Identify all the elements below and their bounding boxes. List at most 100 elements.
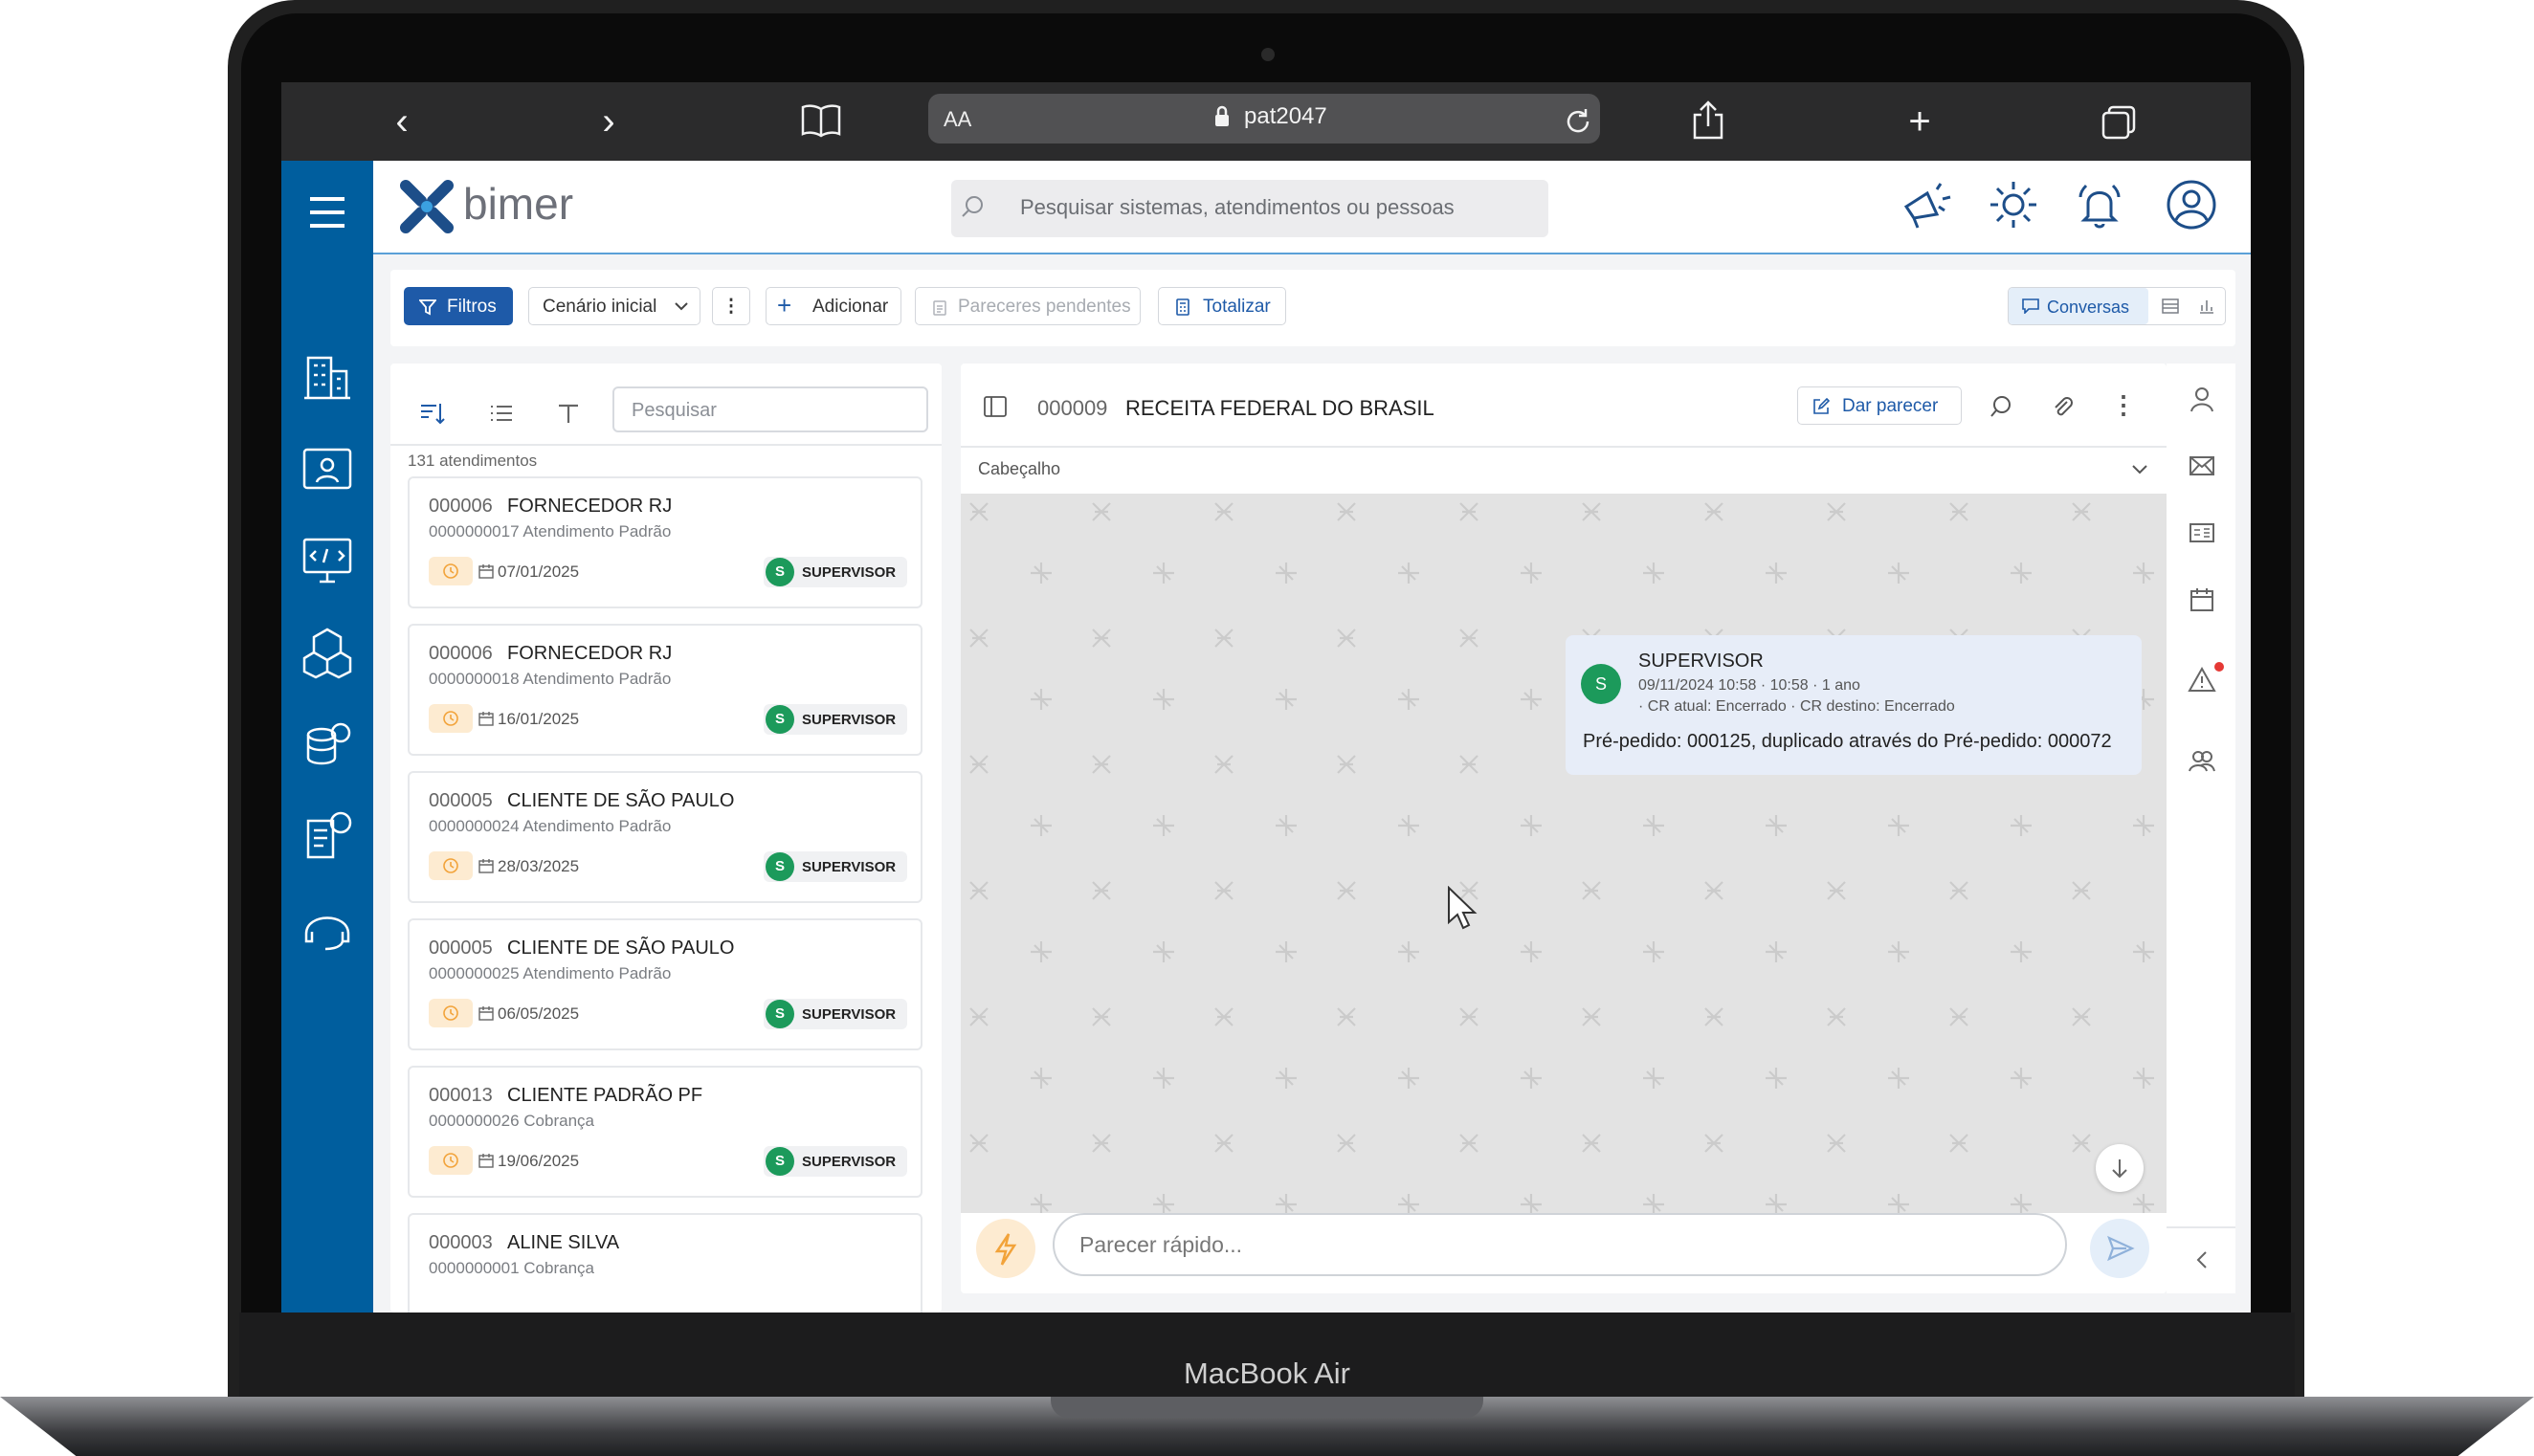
mail-icon[interactable] [2188,452,2216,480]
search-icon [962,196,983,217]
author-avatar: S [1581,664,1621,704]
camera-icon [1261,48,1275,61]
sort-icon[interactable] [419,400,446,427]
assignee-name: SUPERVISOR [802,859,897,875]
send-button[interactable] [2090,1219,2149,1278]
tickets-count: 131 atendimentos [408,452,538,470]
lightning-icon [994,1233,1017,1266]
pending-opinions-button[interactable]: Pareceres pendentes [915,287,1141,325]
user-avatar-icon[interactable] [2163,176,2220,233]
bookmarks-icon[interactable] [800,103,842,138]
search-icon[interactable] [1989,394,2013,419]
id-card-icon[interactable] [2188,518,2216,547]
ticket-card[interactable]: 000005 CLIENTE DE SÃO PAULO 0000000025 A… [408,918,922,1050]
device-label: MacBook Air [1183,1357,1350,1390]
ticket-subtitle: 0000000026 Cobrança [429,1112,594,1130]
assignee-name: SUPERVISOR [802,712,897,728]
ticket-name: FORNECEDOR RJ [507,496,673,517]
text-format-icon[interactable] [555,400,582,427]
monitor-code-icon[interactable] [299,532,356,589]
assignee-badge: S SUPERVISOR [764,999,907,1029]
back-icon[interactable]: ‹ [373,82,431,161]
clock-icon [429,557,473,585]
chat-bubble-icon [2022,298,2039,314]
calendar-icon [478,564,494,579]
lock-icon [1215,105,1229,126]
filter-toolbar: Filtros Cenário inicial ⋮ Adicionar + Pa… [390,270,2235,346]
brand-name: bimer [463,179,574,229]
ticket-card[interactable]: 000005 CLIENTE DE SÃO PAULO 0000000024 A… [408,771,922,903]
alert-dot [2214,662,2224,672]
ticket-card[interactable]: 000003 ALINE SILVA 0000000001 Cobrança [408,1213,922,1313]
divider [390,444,942,446]
ticket-name: CLIENTE DE SÃO PAULO [507,790,735,811]
assignee-avatar: S [766,1000,794,1028]
reload-icon[interactable] [1562,105,1594,138]
invoice-icon[interactable] [299,807,356,865]
ticket-card[interactable]: 000013 CLIENTE PADRÃO PF 0000000026 Cobr… [408,1066,922,1198]
right-rail [2167,364,2235,1293]
assignee-avatar: S [766,705,794,734]
ticket-card[interactable]: 000006 FORNECEDOR RJ 0000000017 Atendime… [408,476,922,608]
pending-label: Pareceres pendentes [958,297,1131,317]
calculator-icon [1176,298,1189,316]
attachment-icon[interactable] [2050,394,2075,419]
view-switcher: Conversas [2008,287,2226,325]
send-icon [2107,1235,2135,1262]
new-tab-icon[interactable]: + [1891,82,1948,161]
kebab-menu-icon[interactable]: ⋮ [2111,390,2136,420]
group-icon[interactable] [2188,746,2216,775]
calendar-icon [478,859,494,873]
person-icon[interactable] [2188,385,2216,413]
scroll-down-button[interactable] [2096,1144,2144,1192]
clock-icon [429,999,473,1027]
warning-icon[interactable] [2188,666,2216,695]
chevron-down-icon[interactable] [2130,463,2149,476]
message-meta: 09/11/2024 10:58 · 10:58 · 1 ano [1638,677,1860,694]
arrow-down-icon [2112,1159,2127,1179]
conversation-code: 000009 [1037,396,1108,420]
chart-view-icon[interactable] [2198,298,2215,315]
contact-card-icon[interactable] [299,440,356,497]
company-icon[interactable] [299,348,356,406]
ticket-subtitle: 0000000017 Atendimento Padrão [429,522,672,540]
assignee-badge: S SUPERVISOR [764,704,907,735]
assignee-avatar: S [766,558,794,586]
calendar-icon[interactable] [2188,585,2216,614]
scenario-label: Cenário inicial [543,297,657,317]
assignee-badge: S SUPERVISOR [764,557,907,587]
toggle-sidebar-icon[interactable] [984,396,1007,417]
list-search-placeholder: Pesquisar [632,400,717,421]
chevron-left-icon[interactable] [2188,1246,2216,1274]
list-view-icon[interactable] [2162,298,2179,314]
bimer-logo-icon[interactable] [398,178,456,235]
clock-icon [429,704,473,733]
ticket-date: 16/01/2025 [498,710,580,728]
share-icon[interactable] [1690,99,1726,142]
coins-icon[interactable] [299,716,356,773]
quick-actions-button[interactable] [976,1219,1035,1278]
ticket-date: 19/06/2025 [498,1152,580,1170]
quick-opinion-input[interactable]: Parecer rápido... [1053,1213,2067,1276]
megaphone-icon[interactable] [1899,178,1952,232]
theme-icon[interactable] [1987,178,2040,232]
notification-bell-icon[interactable] [2073,178,2126,232]
support-icon[interactable] [299,899,356,957]
text-size-button[interactable]: AA [944,107,971,132]
list-icon[interactable] [488,400,515,427]
menu-icon[interactable] [306,193,348,232]
laptop-notch [1051,1397,1483,1418]
message-bubble: S SUPERVISOR 09/11/2024 10:58 · 10:58 · … [1566,635,2142,775]
more-options-button[interactable]: ⋮ [712,287,750,325]
ticket-code: 000003 [429,1232,493,1253]
ticket-name: ALINE SILVA [507,1232,620,1253]
message-text: Pré-pedido: 000125, duplicado através do… [1583,731,2112,752]
list-search-input[interactable]: Pesquisar [612,386,928,432]
assignee-name: SUPERVISOR [802,564,897,581]
tabs-icon[interactable] [2100,103,2138,142]
ticket-code: 000006 [429,643,493,664]
message-status: · CR atual: Encerrado · CR destino: Ence… [1638,698,1955,715]
ticket-card[interactable]: 000006 FORNECEDOR RJ 0000000018 Atendime… [408,624,922,756]
boxes-icon[interactable] [299,624,356,681]
forward-icon[interactable]: › [580,82,637,161]
